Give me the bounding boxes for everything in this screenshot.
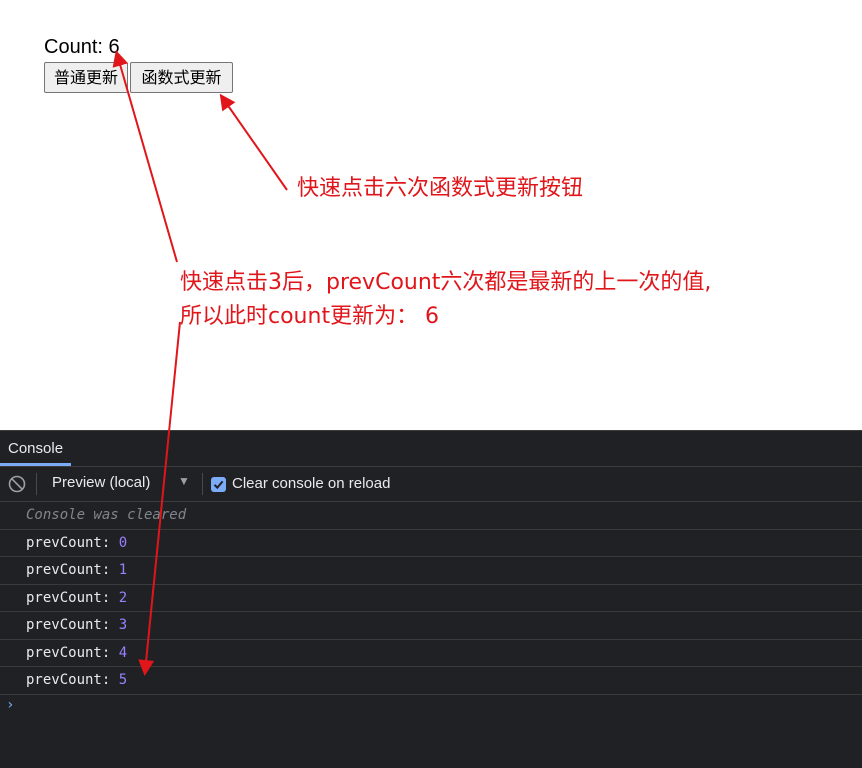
log-row: prevCount: 2 — [0, 585, 862, 612]
log-row: prevCount: 4 — [0, 640, 862, 667]
context-selector[interactable]: Preview (local) — [52, 474, 150, 491]
normal-update-button[interactable]: 普通更新 — [44, 62, 128, 93]
console-cleared-message: Console was cleared — [0, 502, 862, 530]
console-prompt[interactable]: › — [6, 697, 14, 713]
annotation-explain-line1: 快速点击3后，prevCount六次都是最新的上一次的值, — [180, 270, 712, 295]
clear-on-reload-checkbox[interactable] — [211, 477, 226, 492]
console-toolbar: Preview (local) ▼ Clear console on reloa… — [0, 467, 862, 502]
no-entry-icon[interactable] — [8, 475, 26, 493]
toolbar-divider — [202, 473, 203, 495]
log-label: prevCount: — [26, 672, 119, 688]
devtools-panel: Console Preview (local) ▼ Clear console … — [0, 430, 862, 768]
annotation-explain-line2: 所以此时count更新为： 6 — [180, 304, 440, 329]
log-label: prevCount: — [26, 644, 119, 661]
log-value: 4 — [118, 644, 128, 661]
functional-update-button[interactable]: 函数式更新 — [130, 62, 233, 93]
log-value: 3 — [118, 617, 128, 633]
console-log-area: Console was cleared prevCount: 0 prevCou… — [0, 502, 862, 695]
clear-on-reload-label[interactable]: Clear console on reload — [232, 475, 390, 492]
tab-console[interactable]: Console — [0, 431, 72, 466]
log-value: 0 — [118, 534, 128, 551]
log-row: prevCount: 1 — [0, 557, 862, 585]
log-label: prevCount: — [26, 562, 119, 578]
dropdown-arrow-icon[interactable]: ▼ — [178, 474, 190, 488]
app-preview: Count: 6 普通更新 函数式更新 快速点击六次函数式更新按钮 快速点击3后… — [0, 0, 862, 430]
log-value: 2 — [118, 589, 128, 606]
log-value: 1 — [118, 562, 128, 578]
log-row: prevCount: 3 — [0, 612, 862, 640]
log-value: 5 — [118, 672, 128, 688]
log-label: prevCount: — [26, 617, 119, 633]
log-label: prevCount: — [26, 589, 119, 606]
count-display: Count: 6 — [44, 36, 120, 58]
log-label: prevCount: — [26, 534, 119, 551]
annotation-click-six: 快速点击六次函数式更新按钮 — [297, 176, 584, 201]
checkmark-icon — [213, 480, 224, 490]
log-row: prevCount: 5 — [0, 667, 862, 695]
toolbar-divider — [36, 473, 37, 495]
log-row: prevCount: 0 — [0, 530, 862, 557]
